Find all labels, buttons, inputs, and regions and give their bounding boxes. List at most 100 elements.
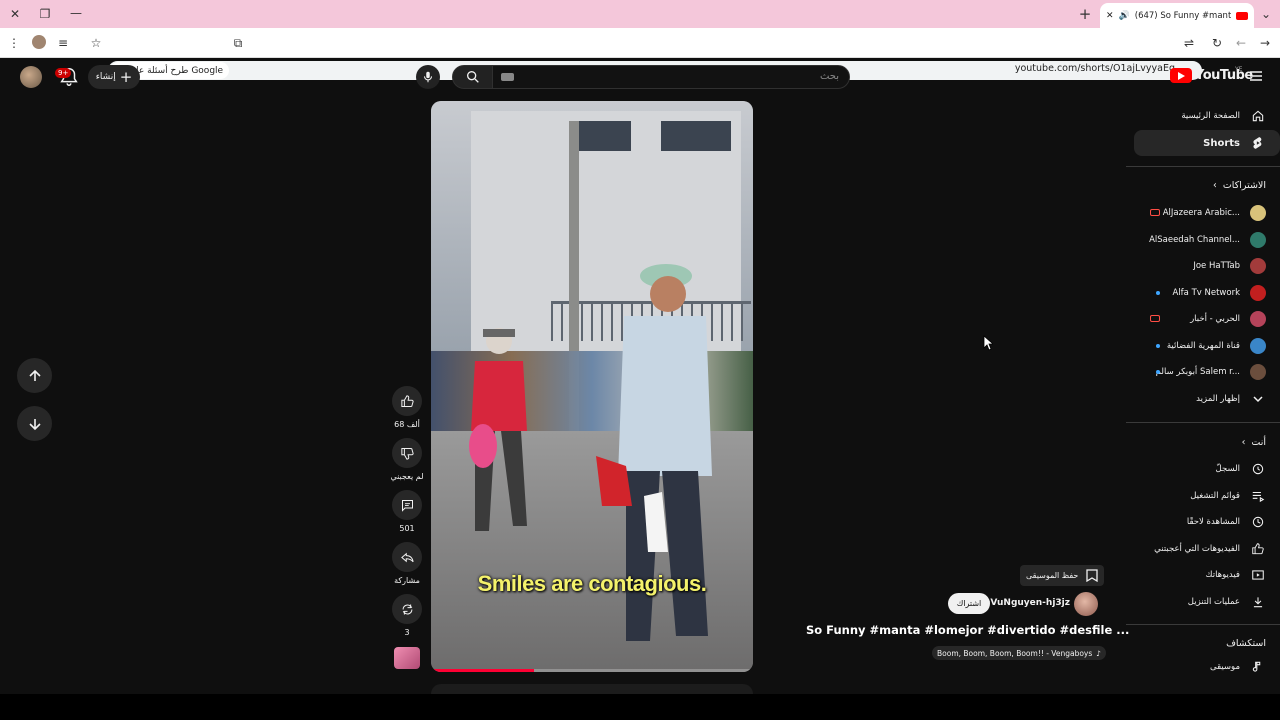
browser-menu-icon[interactable]: ⋮ (4, 33, 24, 53)
channel-avatar (1250, 364, 1266, 380)
create-label: إنشاء (95, 72, 116, 82)
video-caption: Smiles are contagious. (477, 571, 707, 596)
channel-row[interactable]: @VuNguyen-hj3jz (946, 592, 1100, 616)
restore-window-icon[interactable]: ❐ (35, 4, 55, 24)
sidebar-item-label: قوائم التشغيل (1190, 491, 1240, 501)
previous-short-button[interactable] (17, 358, 52, 393)
sidebar-channel[interactable]: AlSaeedah Channel... (1134, 227, 1280, 253)
channel-name: قناة المهرية الفضائية (1166, 341, 1240, 351)
sidebar-item-music[interactable]: موسيقى (1134, 654, 1280, 680)
chevron-down-icon (1250, 391, 1266, 407)
save-music-button[interactable]: حفظ الموسيقى (1020, 565, 1105, 586)
music-chip[interactable]: Boom, Boom, Boom, Boom!! - Vengaboys ♪ (932, 646, 1107, 660)
install-app-icon[interactable]: ⧉ (228, 33, 248, 53)
tab-audio-icon[interactable]: 🔊 (1119, 11, 1130, 21)
sidebar-item-history[interactable]: السجلّ (1134, 456, 1280, 482)
video-title[interactable]: So Funny #manta #lomejor #divertido #des… (806, 623, 1129, 637)
sidebar-channel[interactable]: أبوبكر سالم Salem r... (1134, 359, 1280, 385)
sidebar-channel[interactable]: AlJazeera Arabic... (1134, 200, 1280, 226)
sidebar-item-label: الفيديوهات التي أعجبتني (1154, 544, 1240, 554)
sidebar-item-watch-later[interactable]: المشاهدة لاحقًا (1134, 509, 1280, 535)
channel-name: AlJazeera Arabic... (1162, 208, 1240, 218)
video-person-clown (461, 321, 531, 541)
minimize-window-icon[interactable]: — (66, 3, 86, 23)
tab-close-icon[interactable]: ✕ (1106, 11, 1114, 21)
share-action: مشاركة (392, 542, 422, 585)
video-progress-bar[interactable] (431, 669, 753, 672)
youtube-play-icon (1170, 68, 1192, 83)
sidebar-item-shorts[interactable]: Shorts (1134, 130, 1280, 156)
forward-icon[interactable]: → (1255, 33, 1275, 53)
channel-avatar (1250, 338, 1266, 354)
channel-name: AlSaeedah Channel... (1149, 235, 1240, 245)
channel-name[interactable]: @VuNguyen-hj3jz (981, 598, 1070, 608)
you-heading[interactable]: ‹ أنت (1242, 437, 1266, 448)
new-tab-icon[interactable]: + (1075, 4, 1095, 24)
sidebar-divider (1126, 166, 1280, 167)
sound-thumbnail[interactable] (394, 647, 420, 669)
home-icon (1250, 108, 1266, 124)
sidebar-item-your-videos[interactable]: فيديوهاتك (1134, 562, 1280, 588)
remix-action: 3 (392, 594, 422, 637)
sidebar-channel[interactable]: الحربي - أخبار (1134, 306, 1280, 332)
watch-later-icon (1250, 514, 1266, 530)
sidebar-item-label: Shorts (1203, 137, 1240, 149)
music-label: Boom, Boom, Boom, Boom!! - Vengaboys (937, 648, 1093, 658)
voice-search-button[interactable] (416, 65, 440, 89)
comment-count: 501 (399, 524, 415, 533)
sidebar-divider (1126, 624, 1280, 625)
close-window-icon[interactable]: ✕ (5, 4, 25, 24)
sidebar-item-playlists[interactable]: قوائم التشغيل (1134, 483, 1280, 509)
share-label: مشاركة (394, 576, 420, 585)
sidebar-item-liked-videos[interactable]: الفيديوهات التي أعجبتني (1134, 536, 1280, 562)
bookmark-icon (1086, 569, 1099, 582)
site-settings-icon[interactable]: ⇌ (1179, 33, 1199, 53)
live-indicator-icon (1150, 315, 1160, 322)
sidebar-item-home[interactable]: الصفحة الرئيسية (1134, 103, 1280, 129)
next-short-button[interactable] (17, 406, 52, 441)
subscriptions-heading[interactable]: ‹ الاشتراكات (1213, 180, 1266, 191)
comment-icon (401, 499, 413, 512)
subscriptions-heading-label: الاشتراكات (1222, 180, 1266, 191)
search-input[interactable]: بحث (492, 65, 850, 89)
sidebar-channel[interactable]: قناة المهرية الفضائية (1134, 333, 1280, 359)
hamburger-menu-icon[interactable] (1250, 70, 1262, 82)
channel-avatar[interactable] (1074, 592, 1098, 616)
chevron-left-icon: ‹ (1213, 180, 1217, 191)
media-controls-icon[interactable]: ≡ (53, 33, 73, 53)
music-note-icon: ♪ (1096, 648, 1102, 658)
channel-name: Joe HaTTab (1193, 261, 1240, 271)
logo-country-code: YE (1235, 66, 1243, 73)
profile-avatar[interactable] (32, 35, 46, 49)
sidebar-item-downloads[interactable]: عمليات التنزيل (1134, 589, 1280, 615)
remix-button[interactable] (392, 594, 422, 624)
like-button[interactable] (392, 386, 422, 416)
show-more-button[interactable]: إظهار المزيد (1134, 386, 1280, 412)
sidebar-channel[interactable]: Joe HaTTab (1134, 253, 1280, 279)
share-icon (400, 552, 414, 562)
next-short-preview[interactable] (431, 684, 753, 694)
back-icon[interactable]: ← (1231, 33, 1251, 53)
dislike-button[interactable] (392, 438, 422, 468)
account-avatar[interactable] (20, 66, 42, 88)
comments-button[interactable] (392, 490, 422, 520)
sidebar-channel[interactable]: Alfa Tv Network (1134, 280, 1280, 306)
browser-tab[interactable]: ✕ 🔊 (647) So Funny #manta #lo (1100, 3, 1254, 28)
tab-search-icon[interactable]: ⌄ (1256, 4, 1276, 24)
reload-icon[interactable]: ↻ (1207, 33, 1227, 53)
bookmark-star-icon[interactable]: ☆ (86, 33, 106, 53)
arrow-up-icon (28, 369, 41, 381)
remix-icon (402, 604, 412, 614)
video-progress-fill (431, 669, 535, 672)
sidebar: الصفحة الرئيسية Shorts ‹ الاشتراكات AlJa… (1126, 100, 1280, 694)
share-button[interactable] (392, 542, 422, 572)
sidebar-divider (1126, 422, 1280, 423)
sidebar-item-label: فيديوهاتك (1205, 570, 1240, 580)
search-button[interactable] (452, 65, 494, 89)
create-button[interactable]: إنشاء + (88, 65, 140, 89)
keyboard-icon[interactable] (501, 73, 514, 81)
sidebar-item-label: الصفحة الرئيسية (1181, 111, 1240, 121)
shorts-video-player[interactable]: Smiles are contagious. (431, 101, 753, 672)
microphone-icon (423, 71, 433, 83)
remix-count: 3 (404, 628, 410, 637)
